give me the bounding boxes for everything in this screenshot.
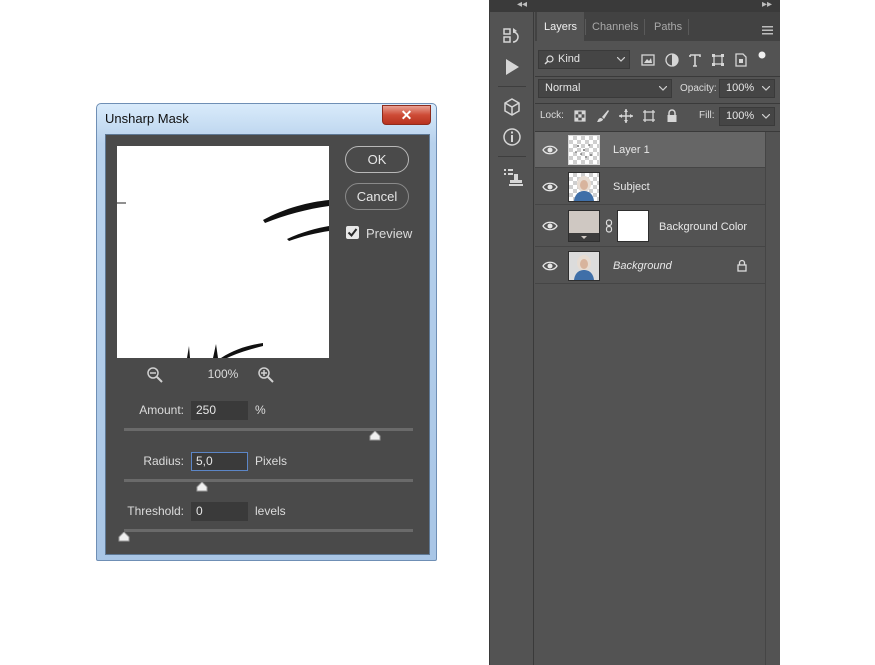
dialog-title: Unsharp Mask — [105, 111, 189, 126]
mask-link-icon[interactable] — [605, 219, 613, 233]
unsharp-mask-dialog: Unsharp Mask ✕ 100% OK Cancel Preview Am… — [96, 103, 437, 561]
opacity-label: Opacity: — [680, 83, 717, 94]
fill-layer-thumbnail — [568, 210, 600, 242]
pixel-layer-filter-icon[interactable] — [640, 52, 656, 68]
lock-all-icon[interactable] — [664, 108, 680, 124]
tab-layers[interactable]: Layers — [537, 12, 585, 41]
checkmark-icon — [347, 228, 358, 238]
radius-label: Radius: — [143, 454, 184, 468]
preview-checkbox-label: Preview — [366, 226, 413, 241]
visibility-eye-icon[interactable] — [542, 180, 558, 194]
info-icon[interactable] — [501, 126, 523, 148]
blend-mode-value: Normal — [545, 82, 581, 94]
amount-field[interactable]: 250 — [191, 401, 248, 420]
collapse-right-icon[interactable]: ▸▸ — [762, 0, 772, 10]
fill-value: 100% — [726, 110, 755, 122]
search-icon — [544, 55, 554, 65]
screenshot-stage: Unsharp Mask ✕ 100% OK Cancel Preview Am… — [0, 0, 875, 665]
panel-collapse-bar: ◂◂ ▸▸ — [490, 0, 780, 12]
layer-name: Subject — [613, 181, 650, 193]
radius-unit: Pixels — [255, 454, 288, 468]
layer-name: Layer 1 — [613, 144, 650, 156]
tab-divider — [644, 19, 645, 35]
chevron-down-icon — [762, 86, 770, 91]
layer-row-subject[interactable]: Subject — [535, 169, 765, 205]
panel-tabs: Layers Channels Paths — [535, 12, 780, 41]
preview-checkbox[interactable] — [346, 226, 359, 239]
lock-transparent-pixels-icon[interactable] — [572, 108, 588, 124]
tab-channels[interactable]: Channels — [585, 12, 645, 41]
layer-filter-kind-dropdown[interactable]: Kind — [538, 50, 630, 69]
dialog-body: 100% OK Cancel Preview Amount: 250 % Rad… — [105, 134, 430, 555]
amount-label: Amount: — [139, 403, 184, 417]
layer-row-background-color[interactable]: Background Color — [535, 206, 765, 247]
lock-image-pixels-brush-icon[interactable] — [595, 108, 611, 124]
threshold-unit: levels — [255, 504, 286, 518]
filter-kind-label: Kind — [558, 53, 581, 65]
filter-toggle-icon[interactable] — [757, 50, 767, 66]
ok-button[interactable]: OK — [345, 146, 409, 173]
adjustment-filter-icon[interactable] — [664, 52, 680, 68]
layer-thumbnail — [568, 172, 600, 202]
radius-field[interactable]: 5,0 — [191, 452, 248, 471]
visibility-eye-icon[interactable] — [542, 143, 558, 157]
layer-name: Background Color — [659, 221, 748, 233]
strip-divider — [498, 86, 526, 87]
lock-position-move-icon[interactable] — [618, 108, 634, 124]
preview-image — [117, 146, 329, 358]
tab-paths[interactable]: Paths — [647, 12, 689, 41]
amount-unit: % — [255, 403, 266, 417]
tab-divider — [688, 19, 689, 35]
zoom-in-icon[interactable] — [257, 366, 275, 384]
panel-divider — [535, 103, 780, 104]
shape-filter-icon[interactable] — [710, 52, 726, 68]
zoom-level: 100% — [207, 367, 239, 381]
smart-object-filter-icon[interactable] — [733, 52, 749, 68]
layer-row-background[interactable]: Background — [535, 248, 765, 284]
lock-label: Lock: — [540, 110, 564, 121]
history-icon[interactable] — [501, 26, 523, 48]
strip-divider — [498, 156, 526, 157]
blend-mode-dropdown[interactable]: Normal — [538, 79, 672, 98]
opacity-field[interactable]: 100% — [719, 79, 775, 98]
panel-divider — [535, 76, 780, 77]
clone-source-icon[interactable] — [501, 166, 523, 188]
3d-cube-icon[interactable] — [501, 96, 523, 118]
opacity-value: 100% — [726, 82, 755, 94]
visibility-eye-icon[interactable] — [542, 219, 558, 233]
layer-lock-icon[interactable] — [736, 259, 748, 272]
threshold-slider-track[interactable] — [124, 529, 413, 532]
layer-thumbnail — [568, 135, 600, 165]
lock-artboard-icon[interactable] — [641, 108, 657, 124]
threshold-label: Threshold: — [127, 504, 184, 518]
filter-preview[interactable] — [117, 146, 329, 358]
chevron-down-icon — [659, 86, 667, 91]
threshold-field[interactable]: 0 — [191, 502, 248, 521]
zoom-out-icon[interactable] — [146, 366, 164, 384]
chevron-down-icon — [762, 114, 770, 119]
type-filter-icon[interactable] — [687, 52, 703, 68]
photoshop-panel-dock: ◂◂ ▸▸ Layers Channels Paths Kind Normal … — [489, 0, 780, 665]
dialog-close-button[interactable]: ✕ — [382, 105, 431, 125]
actions-play-icon[interactable] — [501, 56, 523, 78]
layers-panel: Layers Channels Paths Kind Normal Opacit… — [535, 12, 780, 665]
fill-label: Fill: — [699, 110, 715, 121]
visibility-eye-icon[interactable] — [542, 259, 558, 273]
layer-thumbnail — [568, 251, 600, 281]
radius-slider-track[interactable] — [124, 479, 413, 482]
layer-row-layer-1[interactable]: Layer 1 — [535, 132, 765, 168]
layers-scrollbar[interactable] — [765, 132, 780, 665]
layer-mask-thumbnail[interactable] — [617, 210, 649, 242]
collapse-left-icon[interactable]: ◂◂ — [517, 0, 527, 10]
fill-field[interactable]: 100% — [719, 107, 775, 126]
layer-name: Background — [613, 260, 672, 272]
chevron-down-icon — [617, 57, 625, 62]
panel-icon-strip — [490, 12, 534, 665]
cancel-button[interactable]: Cancel — [345, 183, 409, 210]
panel-menu-icon[interactable] — [762, 22, 773, 35]
